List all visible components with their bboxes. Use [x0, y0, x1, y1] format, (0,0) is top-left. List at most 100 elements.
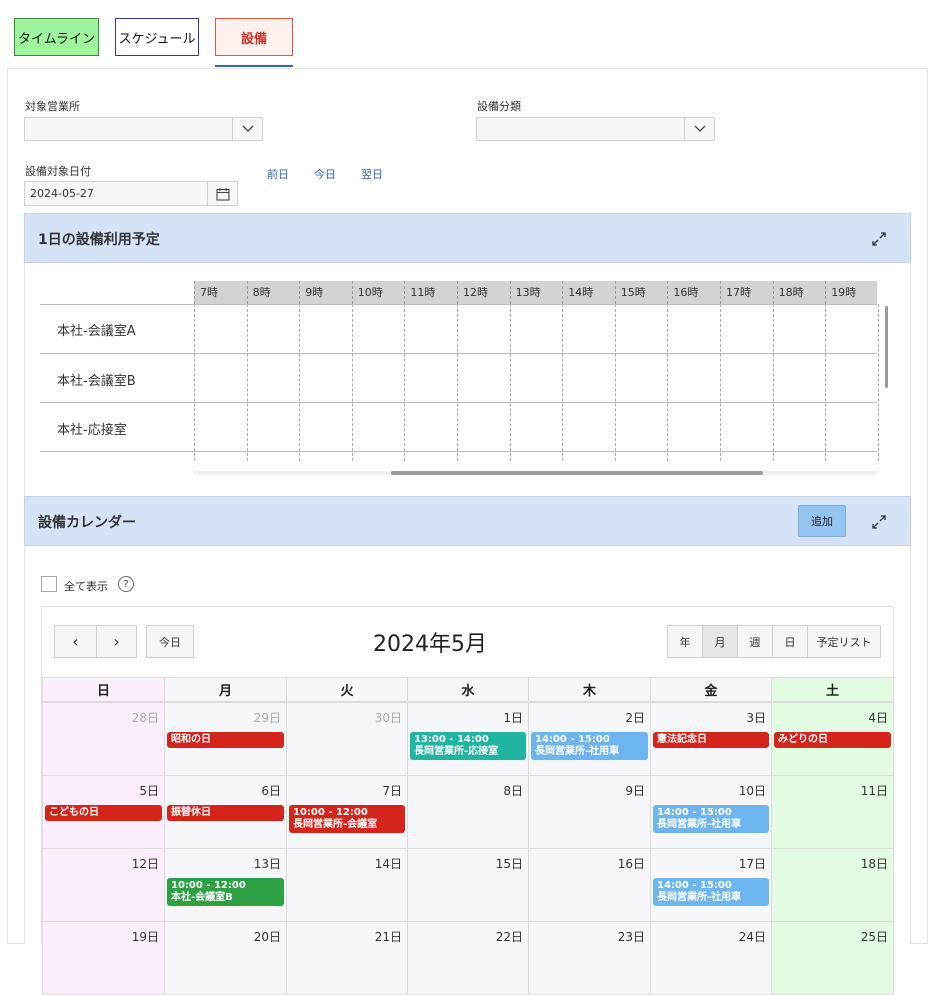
tab-timeline[interactable]: タイムライン — [14, 18, 99, 56]
calendar-day-cell[interactable]: 15日 — [407, 848, 529, 922]
calendar-day-cell[interactable]: 5日 こどもの日 — [42, 775, 165, 849]
calendar-day-cell[interactable]: 7日 10:00 - 12:00 長岡営業所-会議室 — [286, 775, 408, 849]
day-number: 29日 — [253, 711, 281, 725]
event-title: 長岡営業所-社用車 — [535, 746, 620, 757]
event-title: 長岡営業所-社用車 — [657, 892, 742, 903]
calendar-day-cell[interactable]: 12日 — [42, 848, 165, 922]
day-number: 6日 — [261, 784, 281, 798]
event-time: 14:00 - 15:00 — [657, 880, 732, 891]
calendar-day-cell[interactable]: 11日 — [771, 775, 894, 849]
calendar-region-header: 設備カレンダー — [24, 496, 911, 546]
calendar-day-cell[interactable]: 14日 — [286, 848, 408, 922]
date-input[interactable]: 2024-05-27 — [24, 181, 238, 206]
calendar-day-cell[interactable]: 2日 14:00 - 15:00 長岡営業所-社用車 — [528, 702, 651, 776]
calendar-day-cell[interactable]: 19日 — [42, 921, 165, 995]
calendar-day-cell[interactable]: 28日 — [42, 702, 165, 776]
timeline-hour-label: 7時 — [194, 281, 247, 304]
add-button[interactable]: 追加 — [798, 505, 846, 537]
view-year-button[interactable]: 年 — [667, 625, 703, 658]
office-select[interactable] — [24, 117, 263, 141]
timeline-grid-line — [720, 304, 721, 461]
horizontal-scrollbar[interactable] — [391, 471, 763, 475]
calendar-day-cell[interactable]: 30日 — [286, 702, 408, 776]
calendar-day-cell[interactable]: 1日 13:00 - 14:00 長岡営業所-応接室 — [407, 702, 529, 776]
calendar-event[interactable]: 14:00 - 15:00 長岡営業所-社用車 — [653, 805, 769, 833]
day-number: 19日 — [131, 930, 159, 944]
timeline-grid-line — [772, 304, 774, 461]
category-select[interactable] — [476, 117, 715, 141]
day-number: 11日 — [860, 784, 888, 798]
timeline-hour-label: 9時 — [299, 281, 352, 304]
next-day-link[interactable]: 翌日 — [361, 166, 383, 182]
timeline-grid-line — [194, 304, 195, 461]
timeline-hour-label: 18時 — [772, 281, 826, 304]
calendar-day-cell[interactable]: 18日 — [771, 848, 894, 922]
calendar-event[interactable]: 10:00 - 12:00 本社-会議室B — [167, 878, 284, 906]
calendar-event[interactable]: みどりの日 — [774, 732, 891, 748]
calendar-day-cell[interactable]: 6日振替休日 — [164, 775, 287, 849]
calendar-icon[interactable] — [207, 182, 237, 205]
calendar-event[interactable]: 昭和の日 — [167, 732, 284, 748]
calendar-day-cell[interactable]: 21日 — [286, 921, 408, 995]
view-day-button[interactable]: 日 — [772, 625, 808, 658]
chevron-right-icon: › — [113, 632, 120, 651]
day-number: 18日 — [860, 857, 888, 871]
day-number: 13日 — [253, 857, 281, 871]
calendar-event[interactable]: 13:00 - 14:00 長岡営業所-応接室 — [410, 732, 526, 760]
timeline-row-label: 本社-会議室B — [57, 374, 136, 389]
calendar-day-cell[interactable]: 22日 — [407, 921, 529, 995]
calendar-day-cell[interactable]: 16日 — [528, 848, 651, 922]
calendar-event[interactable]: 14:00 - 15:00 長岡営業所-社用車 — [531, 732, 648, 760]
day-number: 25日 — [860, 930, 888, 944]
chevron-down-icon — [232, 118, 262, 140]
today-link[interactable]: 今日 — [314, 166, 336, 182]
calendar-day-cell[interactable]: 9日 — [528, 775, 651, 849]
timeline-grid-line — [825, 304, 827, 461]
tab-schedule[interactable]: スケジュール — [115, 18, 199, 56]
expand-icon[interactable] — [870, 513, 888, 531]
prev-month-button[interactable]: ‹ — [54, 625, 97, 658]
event-time: 14:00 - 15:00 — [535, 734, 610, 745]
day-number: 28日 — [131, 711, 159, 725]
calendar-event[interactable]: 10:00 - 12:00 長岡営業所-会議室 — [289, 805, 405, 833]
tab-equipment[interactable]: 設備 — [215, 18, 293, 56]
show-all-checkbox[interactable] — [41, 576, 57, 592]
calendar-day-cell[interactable]: 10日 14:00 - 15:00 長岡営業所-社用車 — [650, 775, 772, 849]
event-title: 長岡営業所-会議室 — [293, 819, 378, 830]
timeline-hour-label: 14時 — [562, 281, 615, 304]
calendar-day-cell[interactable]: 13日 10:00 - 12:00 本社-会議室B — [164, 848, 287, 922]
help-icon[interactable]: ? — [118, 576, 134, 592]
today-button[interactable]: 今日 — [146, 625, 194, 658]
timeline-grid-line — [667, 304, 669, 461]
day-of-week-header: 月 — [164, 677, 287, 702]
calendar-day-cell[interactable]: 24日 — [650, 921, 772, 995]
calendar-day-cell[interactable]: 25日 — [771, 921, 894, 995]
view-list-button[interactable]: 予定リスト — [807, 625, 881, 658]
timeline-grid-line — [351, 304, 353, 461]
prev-day-link[interactable]: 前日 — [267, 166, 289, 182]
day-number: 4日 — [868, 711, 888, 725]
day-number: 14日 — [374, 857, 402, 871]
calendar-event[interactable]: 憲法記念日 — [653, 732, 769, 748]
vertical-scrollbar[interactable] — [885, 306, 888, 388]
view-month-button[interactable]: 月 — [702, 625, 738, 658]
date-label: 設備対象日付 — [25, 165, 91, 178]
calendar-day-cell[interactable]: 23日 — [528, 921, 651, 995]
calendar-day-cell[interactable]: 20日 — [164, 921, 287, 995]
calendar-day-cell[interactable]: 29日昭和の日 — [164, 702, 287, 776]
calendar-event[interactable]: こどもの日 — [45, 805, 162, 821]
next-month-button[interactable]: › — [96, 625, 137, 658]
calendar-event[interactable]: 振替休日 — [167, 805, 284, 821]
timeline-hour-label: 13時 — [509, 281, 563, 304]
calendar-event[interactable]: 14:00 - 15:00 長岡営業所-社用車 — [653, 878, 769, 906]
view-week-button[interactable]: 週 — [737, 625, 773, 658]
timeline-row-divider — [40, 304, 877, 305]
calendar-day-cell[interactable]: 3日 憲法記念日 — [650, 702, 772, 776]
calendar-day-cell[interactable]: 8日 — [407, 775, 529, 849]
calendar-day-cell[interactable]: 4日みどりの日 — [771, 702, 894, 776]
day-of-week-header: 木 — [528, 677, 651, 702]
expand-icon[interactable] — [870, 230, 888, 248]
day-number: 16日 — [617, 857, 645, 871]
event-time: 14:00 - 15:00 — [657, 807, 732, 818]
calendar-day-cell[interactable]: 17日 14:00 - 15:00 長岡営業所-社用車 — [650, 848, 772, 922]
